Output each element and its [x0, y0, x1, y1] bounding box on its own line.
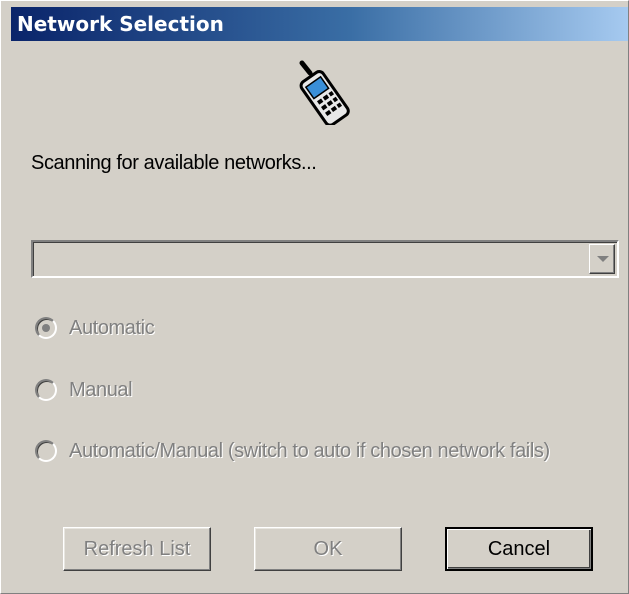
cancel-button[interactable]: Cancel: [445, 527, 593, 571]
radio-manual[interactable]: Manual: [35, 377, 133, 403]
refresh-list-button[interactable]: Refresh List: [63, 527, 211, 571]
radio-automatic[interactable]: Automatic: [35, 315, 155, 341]
window-title: Network Selection: [17, 12, 224, 36]
radio-automatic-manual-button[interactable]: [35, 440, 57, 462]
radio-automatic-manual[interactable]: Automatic/Manual (switch to auto if chos…: [35, 438, 550, 464]
scanning-status-text: Scanning for available networks...: [31, 152, 317, 174]
radio-automatic-manual-label: Automatic/Manual (switch to auto if chos…: [69, 439, 550, 462]
radio-automatic-button[interactable]: [35, 317, 57, 339]
radio-manual-button[interactable]: [35, 379, 57, 401]
mobile-phone-icon: [299, 60, 350, 125]
radio-manual-label: Manual: [69, 378, 133, 401]
radio-automatic-label: Automatic: [69, 316, 155, 339]
network-dropdown[interactable]: [31, 240, 619, 278]
ok-button[interactable]: OK: [254, 527, 402, 571]
network-selection-dialog: Network Selection Scanning for available…: [0, 0, 629, 594]
chevron-down-icon[interactable]: [589, 244, 615, 274]
title-bar[interactable]: Network Selection: [11, 7, 628, 41]
